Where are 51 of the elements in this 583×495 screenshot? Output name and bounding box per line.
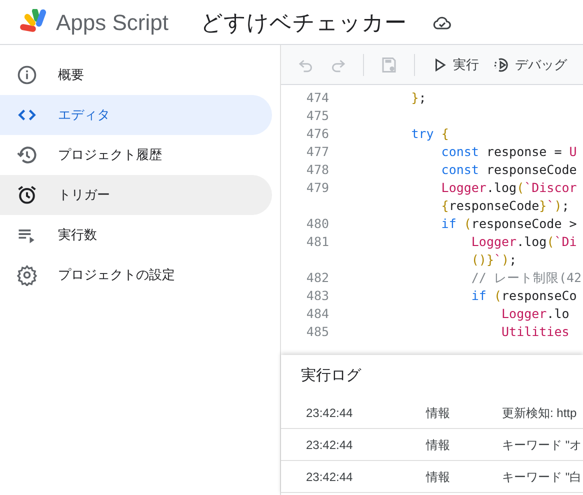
history-icon — [16, 144, 38, 166]
project-title[interactable]: どすけベチェッカー — [200, 6, 406, 38]
code-line: Logger.log(`Discor — [440, 179, 577, 197]
code-line: Utilities — [500, 323, 570, 341]
log-time: 23:42:44 — [305, 436, 354, 454]
log-title: 実行ログ — [301, 366, 361, 386]
log-level: 情報 — [424, 468, 451, 486]
line-number: 474 — [305, 89, 330, 107]
code-line: Logger.log(`Di — [470, 233, 577, 251]
line-number: 483 — [305, 287, 330, 305]
log-level: 情報 — [424, 404, 451, 422]
code-line: // レート制限(42 — [470, 269, 582, 287]
log-message: キーワード "オ — [502, 436, 582, 454]
code-line: ()}`); — [470, 251, 517, 269]
sidebar-item[interactable]: 実行数 — [0, 215, 272, 255]
line-number: 480 — [305, 215, 330, 233]
save-icon — [380, 56, 398, 74]
alarm-clock-icon — [16, 184, 38, 206]
debug-icon — [493, 56, 511, 74]
code-line: if (responseCo — [470, 287, 577, 305]
sidebar-item[interactable]: エディタ — [0, 95, 272, 135]
line-number: 478 — [305, 161, 330, 179]
line-number: 485 — [305, 323, 330, 341]
line-number: 484 — [305, 305, 330, 323]
log-time: 23:42:44 — [305, 404, 354, 422]
sidebar-item[interactable]: プロジェクト履歴 — [0, 135, 272, 175]
sidebar-item[interactable]: 概要 — [0, 55, 272, 95]
line-number: 476 — [305, 125, 330, 143]
line-number: 481 — [305, 233, 330, 251]
code-line: }; — [410, 89, 426, 107]
info-icon — [16, 64, 38, 86]
log-level: 情報 — [424, 436, 451, 454]
line-number: 475 — [305, 107, 330, 125]
code-line: const responseCode — [440, 161, 577, 179]
product-name: Apps Script — [56, 8, 168, 37]
sidebar-item[interactable]: トリガー — [0, 175, 272, 215]
code-line: {responseCode}`); — [440, 197, 570, 215]
sidebar-item[interactable]: プロジェクトの設定 — [0, 255, 272, 295]
run-button[interactable]: 実行 — [427, 52, 483, 76]
line-number: 479 — [305, 179, 330, 197]
gear-icon — [16, 264, 38, 286]
log-message: キーワード "白 — [502, 468, 582, 486]
line-number: 482 — [305, 269, 330, 287]
log-time: 23:42:44 — [305, 468, 354, 486]
debug-button[interactable]: デバッグ — [489, 52, 571, 76]
code-line: if (responseCode > — [440, 215, 577, 233]
code-line: try { — [410, 125, 449, 143]
code-line: const response = U — [440, 143, 577, 161]
line-number: 477 — [305, 143, 330, 161]
log-message: 更新検知: http — [502, 404, 577, 422]
code-line: Logger.lo — [500, 305, 570, 323]
